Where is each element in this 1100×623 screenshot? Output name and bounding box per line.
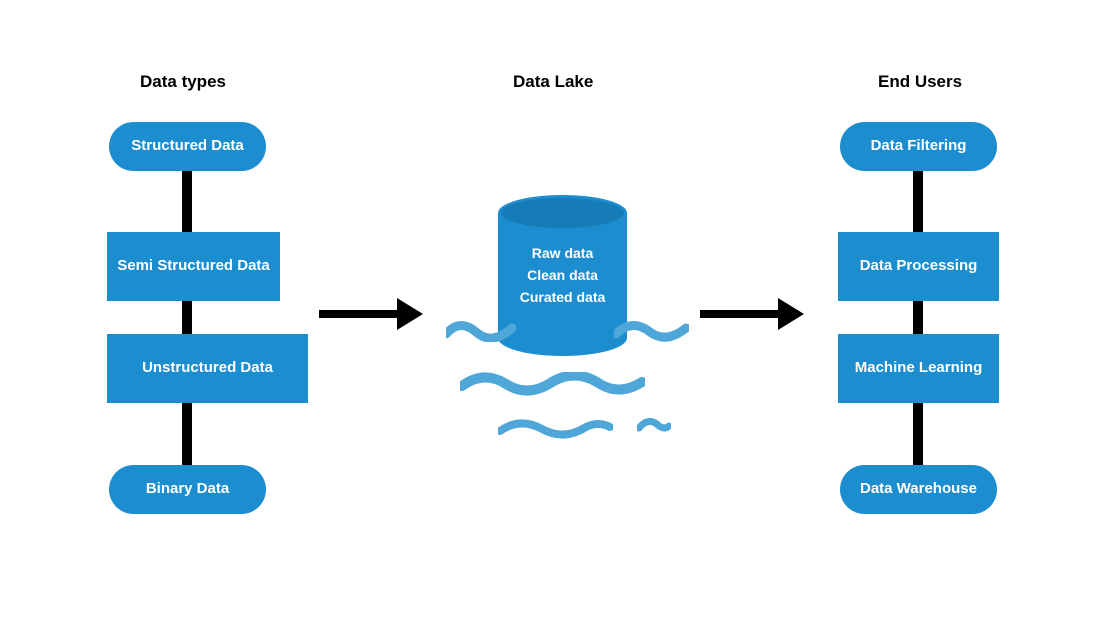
arrow-shaft [700, 310, 778, 318]
node-label: Data Warehouse [860, 480, 977, 499]
node-machine-learning: Machine Learning [838, 334, 999, 403]
arrow-head-icon [778, 298, 804, 330]
arrow-center-to-right [700, 298, 804, 330]
connector-left-2 [182, 297, 192, 337]
cylinder-line: Raw data [498, 245, 627, 261]
node-structured-data: Structured Data [109, 122, 266, 171]
arrow-head-icon [397, 298, 423, 330]
cylinder-labels: Raw data Clean data Curated data [498, 239, 627, 311]
arrow-left-to-center [319, 298, 423, 330]
node-label: Semi Structured Data [117, 257, 270, 276]
node-unstructured-data: Unstructured Data [107, 334, 308, 403]
connector-left-1 [182, 167, 192, 237]
heading-data-lake: Data Lake [513, 72, 593, 92]
node-semi-structured-data: Semi Structured Data [107, 232, 280, 301]
node-data-warehouse: Data Warehouse [840, 465, 997, 514]
data-lake-cylinder-icon: Raw data Clean data Curated data [498, 195, 627, 350]
diagram-canvas: Data types Data Lake End Users Structure… [0, 0, 1100, 623]
node-binary-data: Binary Data [109, 465, 266, 514]
node-label: Machine Learning [855, 359, 983, 378]
cylinder-line: Curated data [498, 289, 627, 305]
node-label: Data Processing [860, 257, 978, 276]
node-label: Data Filtering [871, 137, 967, 156]
node-label: Binary Data [146, 480, 229, 499]
wave-icon [460, 372, 645, 396]
heading-data-types: Data types [140, 72, 226, 92]
node-label: Structured Data [131, 137, 244, 156]
cylinder-line: Clean data [498, 267, 627, 283]
wave-icon [614, 320, 689, 342]
heading-end-users: End Users [878, 72, 962, 92]
cylinder-top [498, 195, 627, 231]
wave-icon [637, 418, 671, 434]
connector-right-1 [913, 167, 923, 237]
connector-right-2 [913, 297, 923, 337]
node-data-filtering: Data Filtering [840, 122, 997, 171]
arrow-shaft [319, 310, 397, 318]
connector-left-3 [182, 399, 192, 469]
node-data-processing: Data Processing [838, 232, 999, 301]
node-label: Unstructured Data [142, 359, 273, 378]
wave-icon [446, 320, 516, 342]
wave-icon [498, 419, 613, 439]
connector-right-3 [913, 399, 923, 469]
